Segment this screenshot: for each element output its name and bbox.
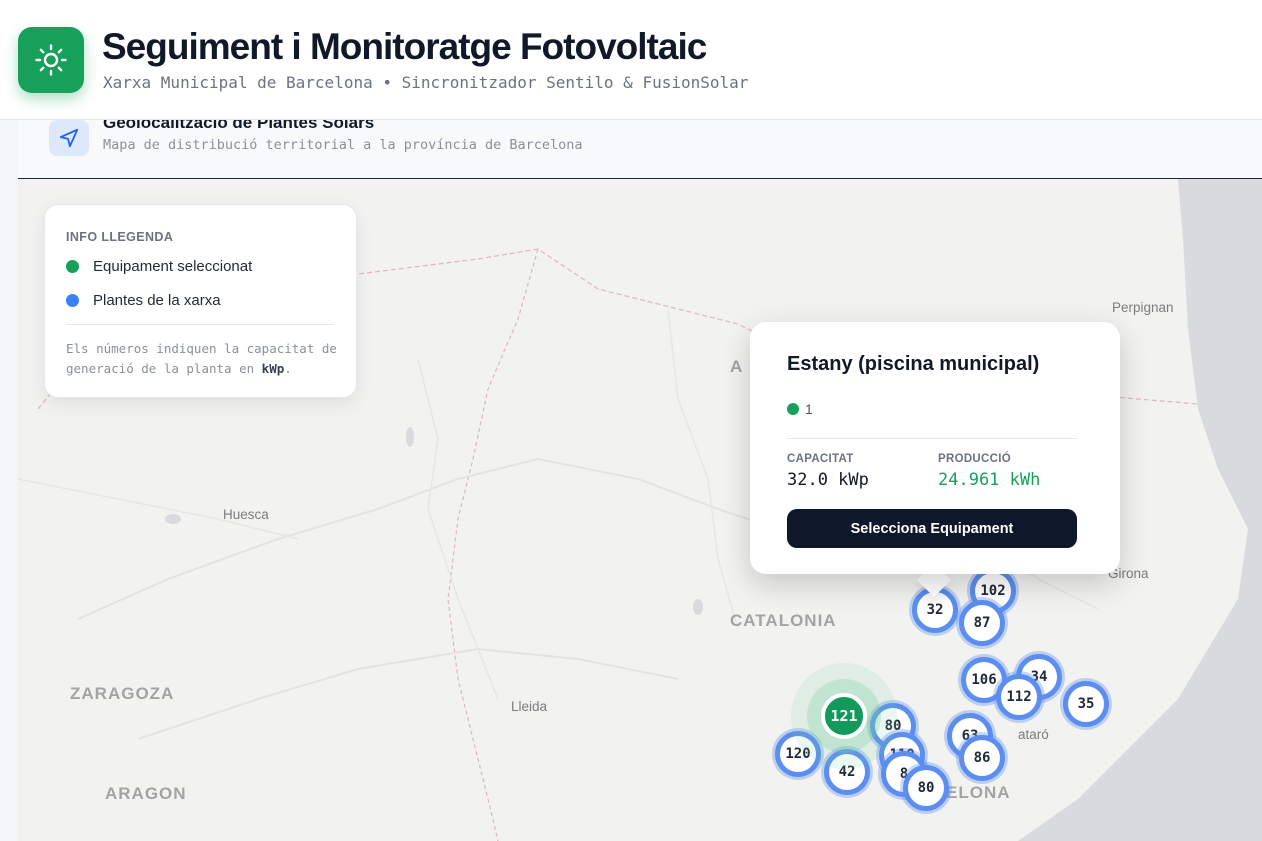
legend-note-text: Els números indiquen la capacitat de gen… bbox=[66, 341, 337, 376]
legend-note: Els números indiquen la capacitat de gen… bbox=[66, 339, 346, 379]
legend-divider bbox=[66, 324, 334, 325]
legend-note-suffix: . bbox=[284, 361, 292, 376]
status-dot-icon bbox=[787, 403, 799, 415]
legend-item-network: Plantes de la xarxa bbox=[66, 292, 221, 309]
app-header: Seguiment i Monitoratge Fotovoltaic Xarx… bbox=[0, 0, 1262, 120]
production-label: PRODUCCIÓ bbox=[938, 453, 1011, 465]
plant-marker[interactable]: 112 bbox=[996, 674, 1042, 720]
capacity-value: 32.0 kWp bbox=[787, 470, 869, 490]
plant-marker[interactable]: 42 bbox=[824, 749, 870, 795]
plant-info-popup: Estany (piscina municipal) 1 CAPACITAT 3… bbox=[750, 322, 1120, 574]
label-catalonia: CATALONIA bbox=[730, 611, 837, 630]
navigation-arrow-icon bbox=[49, 120, 89, 156]
label-perpignan: Perpignan bbox=[1112, 300, 1174, 315]
plant-marker[interactable]: 86 bbox=[959, 735, 1005, 781]
legend-dot-selected bbox=[66, 260, 79, 273]
legend-dot-network bbox=[66, 294, 79, 307]
popup-status-count: 1 bbox=[805, 401, 813, 417]
label-huesca: Huesca bbox=[223, 507, 269, 522]
capacity-label: CAPACITAT bbox=[787, 453, 854, 465]
label-barcelona: ELONA bbox=[946, 783, 1011, 802]
legend-heading: INFO LLEGENDA bbox=[66, 230, 174, 244]
map-legend: INFO LLEGENDA Equipament seleccionat Pla… bbox=[44, 204, 357, 398]
plant-marker[interactable]: 80 bbox=[903, 765, 949, 811]
label-aragon: ARAGON bbox=[105, 784, 187, 803]
popup-status: 1 bbox=[787, 401, 813, 417]
legend-note-unit: kWp bbox=[261, 361, 285, 376]
plant-marker[interactable]: 87 bbox=[959, 600, 1005, 646]
label-lleida: Lleida bbox=[511, 699, 548, 714]
panel-subtitle: Mapa de distribució territorial a la pro… bbox=[103, 137, 583, 153]
plant-marker[interactable]: 35 bbox=[1063, 681, 1109, 727]
page-gutter bbox=[0, 120, 18, 841]
production-value: 24.961 kWh bbox=[938, 470, 1041, 490]
popup-title: Estany (piscina municipal) bbox=[787, 353, 1040, 375]
label-zaragoza: ZARAGOZA bbox=[70, 684, 175, 703]
label-andorra: A bbox=[730, 357, 744, 376]
legend-label-network: Plantes de la xarxa bbox=[93, 292, 221, 309]
legend-item-selected: Equipament seleccionat bbox=[66, 258, 252, 275]
plant-marker-selected[interactable]: 121 bbox=[821, 693, 867, 739]
select-equipment-button[interactable]: Selecciona Equipament bbox=[787, 509, 1077, 548]
app-subtitle: Xarxa Municipal de Barcelona • Sincronit… bbox=[103, 73, 749, 92]
plant-marker[interactable]: 120 bbox=[775, 731, 821, 777]
app-title: Seguiment i Monitoratge Fotovoltaic bbox=[102, 26, 707, 67]
label-mataro: ataró bbox=[1018, 727, 1049, 742]
popup-divider bbox=[787, 438, 1077, 439]
legend-label-selected: Equipament seleccionat bbox=[93, 258, 253, 275]
sun-icon bbox=[18, 27, 84, 93]
